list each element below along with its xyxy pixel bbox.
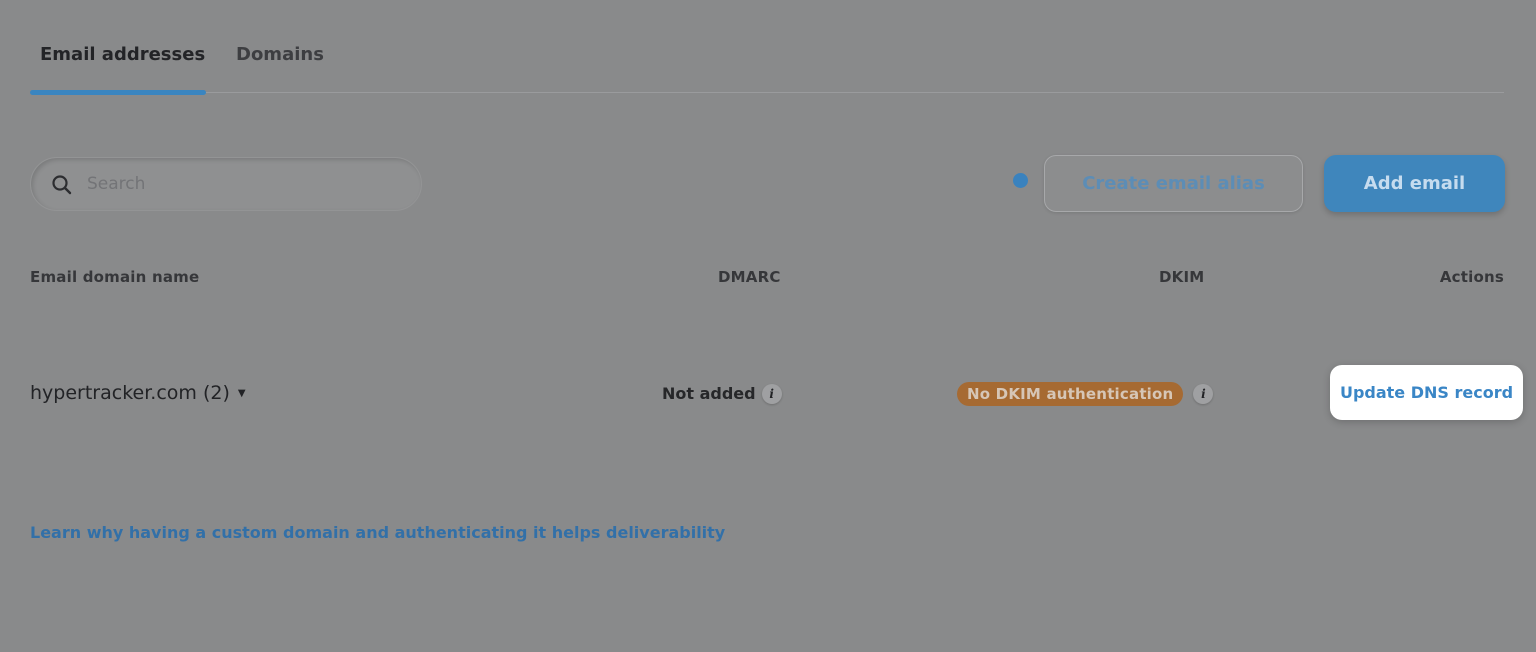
table-row: hypertracker.com (2) ▼ Not added i No DKIM… (0, 360, 1536, 428)
domains-settings-page: Email addresses Domains Create email ali… (0, 0, 1536, 652)
status-dot (1013, 173, 1028, 188)
tab-bar: Email addresses Domains (30, 0, 1504, 95)
column-header-dmarc: DMARC (718, 268, 781, 286)
column-header-actions: Actions (1439, 268, 1504, 286)
dmarc-status-label: Not added (662, 384, 756, 403)
dmarc-status: Not added i (662, 384, 782, 404)
tab-email-addresses[interactable]: Email addresses (40, 44, 205, 65)
tab-domains[interactable]: Domains (236, 44, 324, 65)
update-dns-record-button[interactable]: Update DNS record (1330, 365, 1523, 420)
domain-name-toggle[interactable]: hypertracker.com (2) ▼ (30, 382, 246, 404)
caret-down-icon: ▼ (237, 388, 246, 399)
dkim-status-badge: No DKIM authentication (957, 382, 1184, 406)
add-email-button[interactable]: Add email (1324, 155, 1505, 212)
active-tab-indicator (30, 90, 206, 95)
search-input[interactable] (87, 158, 407, 210)
column-header-dkim: DKIM (1159, 268, 1205, 286)
info-icon[interactable]: i (1193, 384, 1214, 404)
learn-more-link[interactable]: Learn why having a custom domain and aut… (30, 523, 725, 542)
search-icon (51, 174, 73, 196)
tab-divider (30, 92, 1504, 93)
column-header-domain: Email domain name (30, 268, 200, 286)
create-email-alias-button[interactable]: Create email alias (1044, 155, 1303, 212)
dkim-status: No DKIM authentication i (957, 382, 1214, 406)
search-box[interactable] (30, 157, 422, 211)
info-icon[interactable]: i (761, 384, 782, 404)
domain-name-label: hypertracker.com (2) (30, 382, 230, 404)
